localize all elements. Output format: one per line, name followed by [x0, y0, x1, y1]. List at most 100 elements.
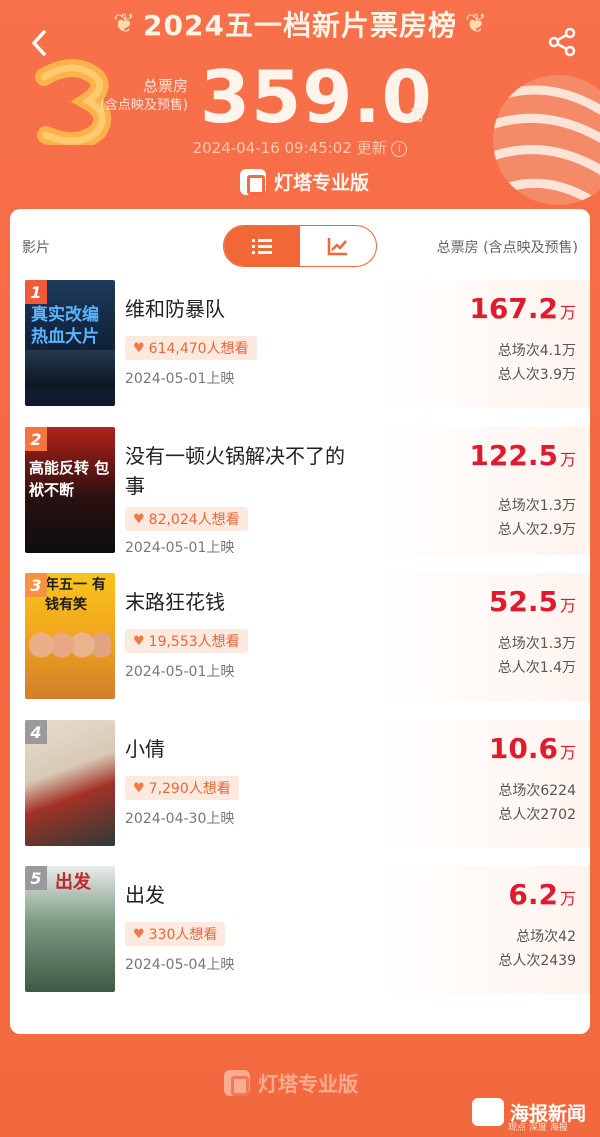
list-item[interactable]: 1 真实改编 热血大片 维和防暴队 ♥ 614,470人想看 2024-05-01…: [10, 280, 590, 410]
movie-poster[interactable]: 3 年五一 有钱有笑: [25, 573, 115, 699]
box-office: 122.5 万: [469, 439, 576, 472]
box-office-unit: 万: [559, 450, 576, 469]
want-to-see-badge: ♥ 82,024人想看: [125, 507, 248, 531]
laurel-right-icon: ❦: [464, 9, 487, 39]
want-count: 614,470人想看: [148, 341, 249, 357]
poster-caption: 年五一 有钱有笑: [45, 577, 106, 613]
want-count: 19,553人想看: [148, 634, 240, 650]
total-audience: 总人次1.4万: [497, 660, 576, 676]
total-label-sub: (含点映及预售): [99, 98, 188, 113]
box-office: 52.5 万: [489, 585, 576, 618]
update-time: 2024-04-16 09:45:02 更新 i: [0, 137, 600, 158]
share-icon[interactable]: [546, 26, 578, 58]
total-box-office-value: 359.0: [200, 55, 433, 139]
news-watermark: 海报新闻 观点 深度 海报: [472, 1098, 586, 1133]
poster-caption: 出发: [55, 872, 91, 893]
movie-poster[interactable]: 5 出发: [25, 866, 115, 992]
release-date: 2024-05-01上映: [125, 540, 235, 556]
box-office-value: 122.5: [469, 439, 558, 472]
total-box-office-label: 总票房 (含点映及预售): [88, 76, 188, 116]
total-shows: 总场次1.3万: [497, 636, 576, 652]
box-office-value: 10.6: [488, 732, 558, 765]
list-icon: [252, 239, 272, 254]
film-title[interactable]: 小倩: [125, 734, 345, 764]
heart-icon: ♥: [133, 340, 145, 356]
list-item[interactable]: 4 小倩 ♥ 7,290人想看 2024-04-30上映 10.6 万 总场次622…: [10, 720, 590, 850]
box-office-unit: 万: [559, 889, 576, 908]
want-to-see-badge: ♥ 19,553人想看: [125, 629, 248, 653]
poster-caption: 高能反转 包袱不断: [29, 459, 110, 499]
heart-icon: ♥: [133, 780, 145, 796]
box-office-value: 167.2: [469, 292, 558, 325]
film-title[interactable]: 出发: [125, 880, 345, 910]
brand-name: 灯塔专业版: [274, 172, 370, 194]
release-date: 2024-05-01上映: [125, 371, 235, 387]
poster-figures: [25, 350, 115, 388]
heart-icon: ♥: [133, 511, 145, 527]
rank-badge: 4: [25, 720, 47, 744]
box-office-unit: 万: [559, 596, 576, 615]
poster-faces: [29, 625, 111, 665]
total-audience: 总人次2702: [498, 807, 576, 823]
film-title[interactable]: 没有一顿火锅解决不了的事: [125, 441, 345, 501]
heart-icon: ♥: [133, 926, 145, 942]
box-office: 167.2 万: [469, 292, 576, 325]
dengta-logo-icon: [240, 168, 266, 195]
page-title: 2024五一档新片票房榜: [143, 9, 457, 42]
view-toggle[interactable]: [223, 225, 377, 267]
want-to-see-badge: ♥ 614,470人想看: [125, 336, 257, 360]
total-audience: 总人次2439: [498, 953, 576, 969]
footer-brand: 灯塔专业版: [224, 1068, 358, 1097]
total-shows: 总场次4.1万: [497, 343, 576, 359]
brand-logo-row: 灯塔专业版: [240, 168, 369, 195]
rank-badge: 2: [25, 427, 47, 451]
trend-chart-icon: [327, 238, 347, 256]
release-date: 2024-04-30上映: [125, 811, 235, 827]
column-header-film: 影片: [22, 240, 50, 256]
movie-poster[interactable]: 1 真实改编 热血大片: [25, 280, 115, 406]
header: ❦ 2024五一档新片票房榜 ❦ 总票房 (含点映及预售) 359.0 万 20…: [0, 0, 600, 205]
list-item[interactable]: 5 出发 出发 ♥ 330人想看 2024-05-04上映 6.2 万 总场次42 …: [10, 866, 590, 996]
column-header-total: 总票房 (含点映及预售): [436, 240, 578, 256]
release-date: 2024-05-01上映: [125, 664, 235, 680]
list-view-button[interactable]: [224, 226, 300, 266]
box-office-unit: 万: [559, 743, 576, 762]
rank-badge: 1: [25, 280, 47, 304]
movie-poster[interactable]: 2 高能反转 包袱不断: [25, 427, 115, 553]
want-to-see-badge: ♥ 7,290人想看: [125, 776, 239, 800]
heart-icon: ♥: [133, 633, 145, 649]
total-box-office-unit: 万: [410, 106, 426, 124]
box-office: 10.6 万: [489, 732, 576, 765]
total-audience: 总人次2.9万: [497, 522, 576, 538]
box-office-value: 52.5: [488, 585, 558, 618]
footer-brand-name: 灯塔专业版: [258, 1072, 358, 1096]
rank-badge: 3: [25, 573, 47, 597]
watermark-sub: 观点 深度 海报: [508, 1123, 568, 1133]
film-title[interactable]: 维和防暴队: [125, 294, 345, 324]
box-office: 6.2 万: [508, 878, 576, 911]
laurel-left-icon: ❦: [113, 9, 136, 39]
list-item[interactable]: 2 高能反转 包袱不断 没有一顿火锅解决不了的事 ♥ 82,024人想看 2024…: [10, 427, 590, 557]
movie-poster[interactable]: 4: [25, 720, 115, 846]
poster-caption: 真实改编 热血大片: [31, 305, 99, 347]
box-office-value: 6.2: [508, 878, 558, 911]
total-shows: 总场次42: [516, 929, 576, 945]
list-item[interactable]: 3 年五一 有钱有笑 末路狂花钱 ♥ 19,553人想看 2024-05-01上映…: [10, 573, 590, 703]
release-date: 2024-05-04上映: [125, 957, 235, 973]
info-icon[interactable]: i: [391, 140, 408, 157]
update-time-text: 2024-04-16 09:45:02 更新: [192, 139, 387, 157]
film-title[interactable]: 末路狂花钱: [125, 587, 345, 617]
dengta-logo-icon: [224, 1069, 250, 1096]
total-audience: 总人次3.9万: [497, 367, 576, 383]
total-label-text: 总票房: [142, 77, 188, 95]
title-row: ❦ 2024五一档新片票房榜 ❦: [0, 4, 600, 44]
chart-view-button[interactable]: [300, 226, 376, 266]
total-shows: 总场次6224: [498, 783, 576, 799]
rank-badge: 5: [25, 866, 47, 890]
box-office-unit: 万: [559, 303, 576, 322]
want-count: 82,024人想看: [148, 512, 240, 528]
news-logo-icon: [472, 1098, 504, 1126]
total-shows: 总场次1.3万: [497, 498, 576, 514]
want-count: 7,290人想看: [148, 781, 231, 797]
want-count: 330人想看: [148, 927, 218, 943]
